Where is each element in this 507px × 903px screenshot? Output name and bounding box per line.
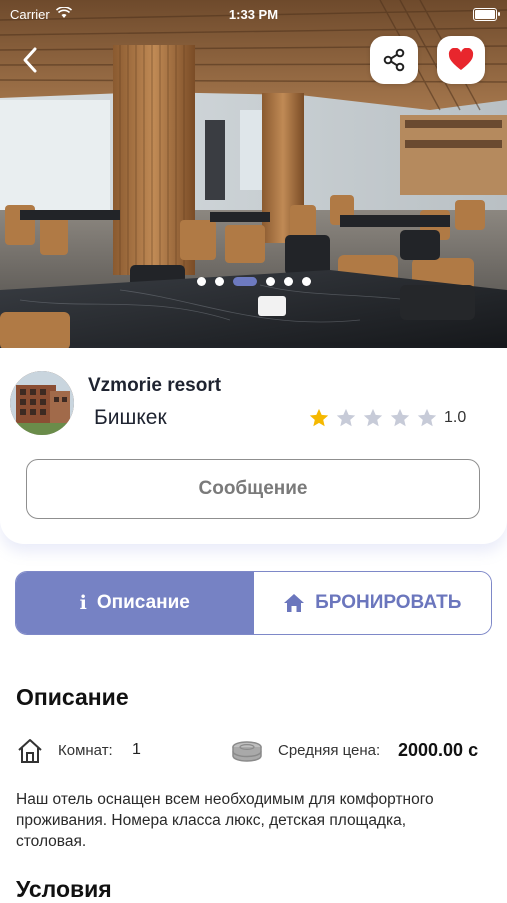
coins-icon xyxy=(232,741,262,762)
star-empty-icon xyxy=(336,408,356,427)
carousel-dot[interactable] xyxy=(283,277,293,286)
carousel-dot[interactable] xyxy=(214,277,224,286)
rating-value: 1.0 xyxy=(444,409,467,426)
carousel-dot[interactable] xyxy=(265,277,275,286)
chevron-left-icon xyxy=(23,47,37,73)
hotel-photo xyxy=(0,0,507,370)
rooms-value: 1 xyxy=(132,741,141,758)
status-time: 1:33 PM xyxy=(228,6,279,22)
home-icon xyxy=(284,594,305,612)
star-empty-icon xyxy=(390,408,410,427)
favorite-button[interactable] xyxy=(437,36,485,84)
share-icon xyxy=(383,48,405,72)
carousel-dot[interactable] xyxy=(196,277,206,286)
price-value: 2000.00 с xyxy=(398,740,479,760)
wifi-icon xyxy=(55,5,72,22)
share-button[interactable] xyxy=(370,36,418,84)
rating-stars xyxy=(308,407,438,429)
message-button[interactable]: Сообщение xyxy=(26,459,480,519)
house-icon xyxy=(18,739,42,763)
star-empty-icon xyxy=(417,408,437,427)
heart-icon xyxy=(448,48,474,70)
description-heading: Описание xyxy=(16,684,129,710)
conditions-heading: Условия xyxy=(16,876,112,902)
hotel-name: Vzmorie resort xyxy=(88,375,222,396)
stats-row: Комнат: 1 Средняя цена: 2000.00 с xyxy=(16,737,496,767)
carousel-dot[interactable] xyxy=(301,277,311,286)
tab-book[interactable]: БРОНИРОВАТЬ xyxy=(253,572,491,634)
hotel-photo-carousel[interactable]: Carrier 1:33 PM xyxy=(0,0,507,370)
status-bar: Carrier 1:33 PM xyxy=(0,0,507,28)
tab-description[interactable]: i Описание xyxy=(16,572,254,634)
star-empty-icon xyxy=(363,408,383,427)
star-filled-icon xyxy=(309,408,329,427)
tab-book-label: БРОНИРОВАТЬ xyxy=(315,592,462,613)
rooms-label: Комнат: xyxy=(58,742,113,759)
carousel-indicator xyxy=(0,277,507,286)
battery-icon xyxy=(473,7,500,21)
hotel-city: Бишкек xyxy=(94,406,167,429)
description-text: Наш отель оснащен всем необходимым для к… xyxy=(16,791,434,850)
info-icon: i xyxy=(79,592,87,614)
carousel-dot[interactable] xyxy=(232,277,257,286)
hotel-avatar xyxy=(10,371,74,435)
back-button[interactable] xyxy=(14,44,46,76)
price-label: Средняя цена: xyxy=(278,742,381,759)
tab-bar: i Описание БРОНИРОВАТЬ xyxy=(15,571,492,635)
tab-description-label: Описание xyxy=(96,592,190,613)
carrier-label: Carrier xyxy=(10,6,50,22)
